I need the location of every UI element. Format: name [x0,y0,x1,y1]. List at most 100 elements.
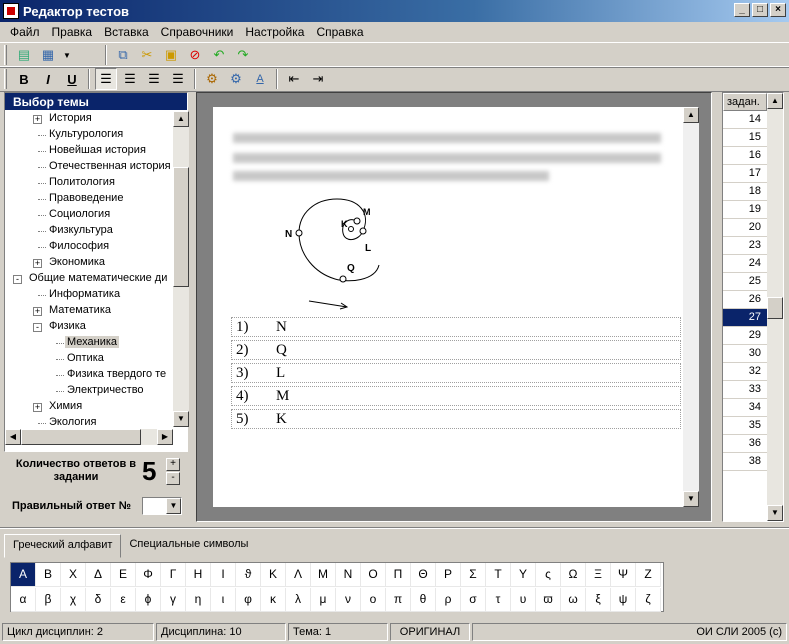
symbol-cell[interactable]: Θ [411,563,436,587]
tree-item[interactable]: Политология [5,175,173,191]
symbol-cell[interactable]: ο [361,588,386,612]
tree-item[interactable]: - Физика [5,319,173,335]
task-row[interactable]: 27 [723,309,767,327]
increase-button[interactable]: + [166,458,180,471]
align-center-icon[interactable]: ☰ [119,68,141,90]
answer-option[interactable]: 1) N [231,317,681,337]
symbol-cell[interactable]: α [11,588,36,612]
symbol-cell[interactable]: Ρ [436,563,461,587]
task-row[interactable]: 26 [723,291,767,309]
page-vscroll[interactable]: ▲ ▼ [683,107,699,507]
tree-item[interactable]: - Общие математические ди [5,271,173,287]
task-row[interactable]: 35 [723,417,767,435]
symbol-cell[interactable]: Ι [211,563,236,587]
symbol-cell[interactable]: Χ [61,563,86,587]
tree-item[interactable]: Философия [5,239,173,255]
menu-file[interactable]: Файл [4,25,46,39]
tree-item[interactable]: Физкультура [5,223,173,239]
task-row[interactable]: 34 [723,399,767,417]
symbol-cell[interactable]: β [36,588,61,612]
scroll-left-arrow-icon[interactable]: ◀ [5,429,21,445]
task-row[interactable]: 30 [723,345,767,363]
symbol-cell[interactable]: δ [86,588,111,612]
symbol-cell[interactable]: υ [511,588,536,612]
symbol-cell[interactable]: ι [211,588,236,612]
open-icon[interactable]: ▤ [13,44,35,66]
scroll-right-arrow-icon[interactable]: ▶ [157,429,173,445]
tab-greek[interactable]: Греческий алфавит [4,534,122,558]
symbol-cell[interactable]: ψ [611,588,636,612]
scroll-thumb[interactable] [173,167,189,287]
tab-special[interactable]: Специальные символы [121,534,256,558]
paste-icon[interactable]: ▣ [160,44,182,66]
symbol-cell[interactable]: μ [311,588,336,612]
symbol-cell[interactable]: Υ [511,563,536,587]
dropdown-icon[interactable]: ▼ [61,44,73,66]
tree-hscroll[interactable]: ◀ ▶ [5,429,173,445]
symbol-cell[interactable]: ς [536,563,561,587]
symbol-cell[interactable]: ρ [436,588,461,612]
scroll-up-arrow-icon[interactable]: ▲ [767,93,783,109]
close-button[interactable]: × [770,3,786,17]
tree-item[interactable]: + Математика [5,303,173,319]
align-right-icon[interactable]: ☰ [143,68,165,90]
tree-item[interactable]: + Химия [5,399,173,415]
symbol-cell[interactable]: π [386,588,411,612]
decrease-button[interactable]: - [166,472,180,485]
expand-icon[interactable]: + [33,115,42,124]
task-row[interactable]: 18 [723,183,767,201]
task-row[interactable]: 20 [723,219,767,237]
question-page[interactable]: N K M L Q 1) N 2) Q 3) L 4) M 5) K [213,107,695,507]
dropdown-arrow-icon[interactable]: ▼ [166,498,181,514]
scroll-thumb[interactable] [767,297,783,319]
italic-icon[interactable]: I [37,68,59,90]
undo-icon[interactable]: ↶ [208,44,230,66]
task-row[interactable]: 29 [723,327,767,345]
scroll-up-arrow-icon[interactable]: ▲ [173,111,189,127]
symbol-cell[interactable]: Μ [311,563,336,587]
underline-icon[interactable]: U [61,68,83,90]
bold-icon[interactable]: B [13,68,35,90]
symbol-cell[interactable]: θ [411,588,436,612]
symbol-cell[interactable]: ϑ [236,563,261,587]
cut-icon[interactable]: ✂ [136,44,158,66]
font-color-icon[interactable]: ⚙ [225,68,247,90]
symbol-cell[interactable]: Ψ [611,563,636,587]
tree-item[interactable]: Отечественная история [5,159,173,175]
symbol-cell[interactable]: Γ [161,563,186,587]
tree-item[interactable]: + История [5,111,173,127]
align-justify-icon[interactable]: ☰ [167,68,189,90]
task-row[interactable]: 38 [723,453,767,471]
symbol-cell[interactable]: σ [461,588,486,612]
task-row[interactable]: 33 [723,381,767,399]
symbol-cell[interactable]: Τ [486,563,511,587]
save-icon[interactable]: ▦ [37,44,59,66]
menu-help[interactable]: Справка [310,25,369,39]
answer-option[interactable]: 4) M [231,386,681,406]
delete-icon[interactable]: ⊘ [184,44,206,66]
tree-item[interactable]: Электричество [5,383,173,399]
task-row[interactable]: 23 [723,237,767,255]
symbol-cell[interactable]: Λ [286,563,311,587]
expand-icon[interactable]: + [33,259,42,268]
symbol-cell[interactable]: φ [236,588,261,612]
tree-item[interactable]: Новейшая история [5,143,173,159]
answer-option[interactable]: 2) Q [231,340,681,360]
symbol-cell[interactable]: η [186,588,211,612]
maximize-button[interactable]: □ [752,3,768,17]
symbol-cell[interactable]: κ [261,588,286,612]
symbol-cell[interactable]: Φ [136,563,161,587]
symbol-cell[interactable]: Ω [561,563,586,587]
symbol-cell[interactable]: Ν [336,563,361,587]
symbol-cell[interactable]: ζ [636,588,661,612]
symbol-cell[interactable]: Ο [361,563,386,587]
expand-icon[interactable]: + [33,403,42,412]
task-row[interactable]: 25 [723,273,767,291]
menu-references[interactable]: Справочники [155,25,240,39]
indent-icon[interactable]: ⇥ [307,68,329,90]
outdent-icon[interactable]: ⇤ [283,68,305,90]
menu-insert[interactable]: Вставка [98,25,155,39]
answer-option[interactable]: 5) K [231,409,681,429]
task-row[interactable]: 32 [723,363,767,381]
symbol-cell[interactable]: Π [386,563,411,587]
